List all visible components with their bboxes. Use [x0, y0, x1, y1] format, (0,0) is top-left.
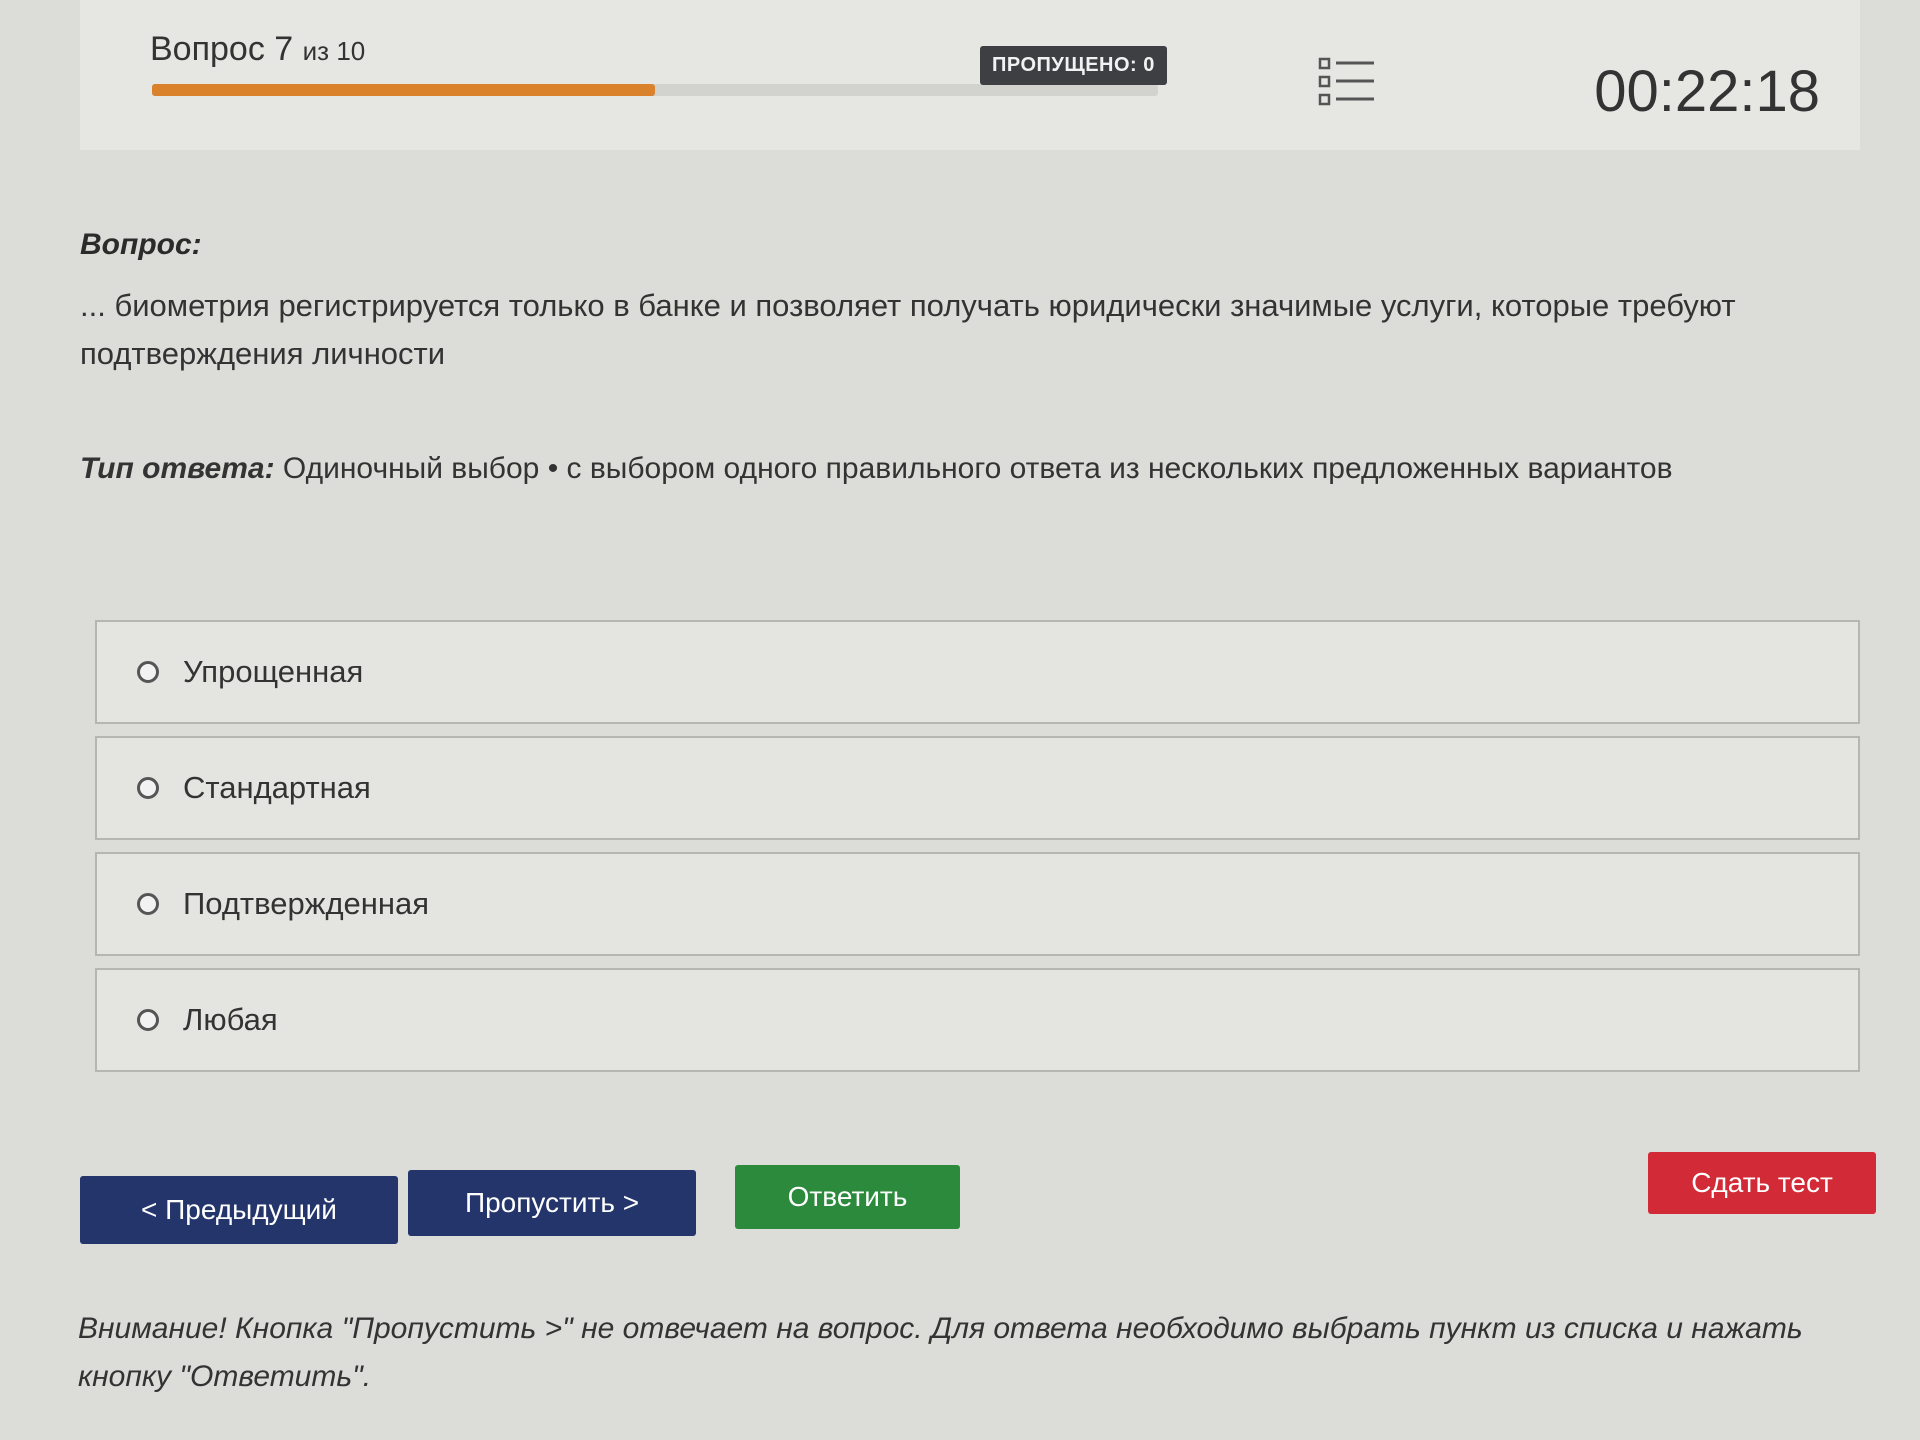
question-word: Вопрос — [150, 30, 265, 68]
submit-test-button[interactable]: Сдать тест — [1648, 1152, 1876, 1214]
answer-option[interactable]: Любая — [95, 968, 1860, 1072]
radio-icon[interactable] — [137, 777, 159, 799]
option-label: Стандартная — [183, 770, 371, 805]
radio-icon[interactable] — [137, 893, 159, 915]
question-counter: Вопрос 7 из 10 — [150, 30, 365, 69]
question-text: ... биометрия регистрируется только в ба… — [80, 288, 1736, 371]
question-of-total: из 10 — [302, 36, 366, 66]
answer-type: Тип ответа: Одиночный выбор • с выбором … — [80, 452, 1673, 486]
answer-options: Упрощенная Стандартная Подтвержденная Лю… — [95, 620, 1860, 1084]
answer-option[interactable]: Стандартная — [95, 736, 1860, 840]
skip-button[interactable]: Пропустить > — [408, 1170, 696, 1236]
answer-type-label: Тип ответа: — [80, 452, 275, 485]
question-list-icon[interactable] — [1318, 56, 1376, 108]
question-heading: Вопрос: — [80, 228, 202, 261]
radio-icon[interactable] — [137, 1009, 159, 1031]
timer: 00:22:18 — [1594, 59, 1820, 124]
radio-icon[interactable] — [137, 661, 159, 683]
previous-button[interactable]: < Предыдущий — [80, 1176, 398, 1244]
question-number: 7 — [274, 30, 294, 68]
answer-option[interactable]: Упрощенная — [95, 620, 1860, 724]
test-header: Вопрос 7 из 10 ПРОПУЩЕНО: 0 00:22:18 — [80, 0, 1860, 150]
answer-option[interactable]: Подтвержденная — [95, 852, 1860, 956]
progress-bar — [152, 84, 1158, 96]
answer-type-value: Одиночный выбор • с выбором одного прави… — [282, 452, 1673, 485]
progress-bar-fill — [152, 84, 655, 96]
option-label: Упрощенная — [183, 654, 364, 689]
option-label: Любая — [183, 1002, 278, 1037]
option-label: Подтвержденная — [183, 886, 430, 921]
skipped-badge: ПРОПУЩЕНО: 0 — [980, 46, 1167, 85]
answer-button[interactable]: Ответить — [735, 1165, 960, 1229]
warning-note: Внимание! Кнопка "Пропустить >" не отвеч… — [78, 1312, 1803, 1393]
